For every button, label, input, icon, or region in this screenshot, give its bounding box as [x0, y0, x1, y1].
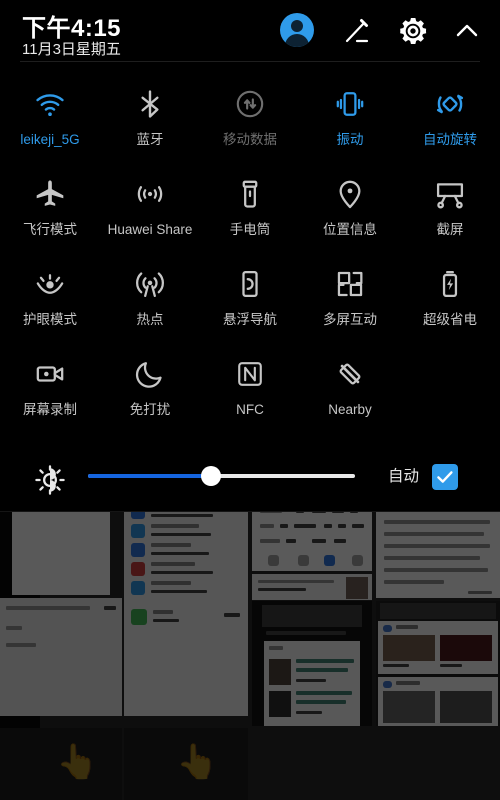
- nfc-icon: [230, 354, 270, 394]
- toggle-label: 护眼模式: [23, 312, 77, 327]
- toggle-nfc[interactable]: NFC: [200, 348, 300, 438]
- toggle-label: 屏幕录制: [23, 402, 77, 417]
- eye-comfort-icon: [30, 264, 70, 304]
- avatar-body: [285, 34, 309, 47]
- auto-brightness-checkbox[interactable]: [432, 464, 458, 490]
- toggle-location[interactable]: 位置信息: [300, 168, 400, 258]
- screen-record-icon: [30, 354, 70, 394]
- toggle-label: 蓝牙: [136, 132, 164, 147]
- auto-brightness-label: 自动: [388, 468, 420, 485]
- quick-settings-screen: 👆: [0, 0, 500, 800]
- brightness-icon: [34, 464, 66, 496]
- toggle-battery-saver[interactable]: 超级省电: [400, 258, 500, 348]
- multi-screen-icon: [330, 264, 370, 304]
- clock-date: 11月3日星期五: [22, 41, 121, 58]
- header-divider: [20, 61, 480, 62]
- toggle-label: 免打扰: [129, 402, 171, 417]
- panel-header: 下午4:15 11月3日星期五: [0, 0, 500, 62]
- toggle-hotspot[interactable]: 热点: [100, 258, 200, 348]
- mobile-data-icon: [230, 84, 270, 124]
- toggle-label: 热点: [136, 312, 164, 327]
- toggle-wifi[interactable]: leikeji_5G: [0, 78, 100, 168]
- panel-bottom-divider: [0, 511, 500, 512]
- nearby-off-icon: [330, 354, 370, 394]
- toggle-screen-record[interactable]: 屏幕录制: [0, 348, 100, 438]
- toggle-label: 手电筒: [229, 222, 271, 237]
- toggle-label: Huawei Share: [107, 222, 193, 237]
- toggle-bluetooth[interactable]: 蓝牙: [100, 78, 200, 168]
- floating-nav-icon: [230, 264, 270, 304]
- battery-saver-icon: [430, 264, 470, 304]
- quick-settings-row: 屏幕录制 免打扰 NFC Nearby: [0, 348, 500, 438]
- toggle-label: 超级省电: [423, 312, 477, 327]
- location-pin-icon: [330, 174, 370, 214]
- toggle-huawei-share[interactable]: Huawei Share: [100, 168, 200, 258]
- toggle-multi-screen[interactable]: 多屏互动: [300, 258, 400, 348]
- avatar-head: [291, 20, 303, 32]
- toggle-nearby[interactable]: Nearby: [300, 348, 400, 438]
- toggle-label: 截屏: [436, 222, 464, 237]
- toggle-empty-slot: [400, 348, 500, 438]
- toggle-label: 位置信息: [323, 222, 377, 237]
- toggle-label: 移动数据: [223, 132, 277, 147]
- airplane-icon: [30, 174, 70, 214]
- chevron-up-icon[interactable]: [448, 12, 486, 50]
- toggle-auto-rotate[interactable]: 自动旋转: [400, 78, 500, 168]
- brightness-slider-thumb[interactable]: [200, 466, 221, 486]
- toggle-label: 振动: [336, 132, 364, 147]
- quick-settings-row: leikeji_5G 蓝牙 移动数据 振动 自动旋转: [0, 78, 500, 168]
- toggle-eye-comfort[interactable]: 护眼模式: [0, 258, 100, 348]
- quick-settings-row: 护眼模式 热点 悬浮导航 多屏互动 超级省电: [0, 258, 500, 348]
- avatar-circle: [280, 13, 314, 47]
- quick-settings-panel: 下午4:15 11月3日星期五 leikeji_5G 蓝牙 移动数据 振动 自动…: [0, 0, 500, 512]
- screenshot-icon: [430, 174, 470, 214]
- brightness-slider-fill: [88, 474, 211, 478]
- toggle-floating-nav[interactable]: 悬浮导航: [200, 258, 300, 348]
- toggle-label: Nearby: [328, 402, 372, 417]
- hotspot-icon: [130, 264, 170, 304]
- toggle-label: 悬浮导航: [223, 312, 277, 327]
- do-not-disturb-icon: [130, 354, 170, 394]
- brightness-slider[interactable]: [88, 466, 355, 486]
- flashlight-icon: [230, 174, 270, 214]
- edit-icon[interactable]: [338, 12, 376, 50]
- toggle-mobile-data[interactable]: 移动数据: [200, 78, 300, 168]
- auto-rotate-icon: [430, 84, 470, 124]
- toggle-screenshot[interactable]: 截屏: [400, 168, 500, 258]
- quick-settings-row: 飞行模式 Huawei Share 手电筒 位置信息 截屏: [0, 168, 500, 258]
- toggle-label: leikeji_5G: [20, 132, 80, 147]
- quick-settings-grid: leikeji_5G 蓝牙 移动数据 振动 自动旋转 飞行模式 Huawei S…: [0, 78, 500, 438]
- toggle-flashlight[interactable]: 手电筒: [200, 168, 300, 258]
- huawei-share-icon: [130, 174, 170, 214]
- empty-icon: [430, 354, 470, 394]
- toggle-do-not-disturb[interactable]: 免打扰: [100, 348, 200, 438]
- user-avatar[interactable]: [278, 12, 316, 50]
- toggle-label: 飞行模式: [23, 222, 77, 237]
- toggle-label: NFC: [236, 402, 264, 417]
- toggle-airplane-mode[interactable]: 飞行模式: [0, 168, 100, 258]
- toggle-vibrate[interactable]: 振动: [300, 78, 400, 168]
- bluetooth-icon: [130, 84, 170, 124]
- toggle-label: 自动旋转: [423, 132, 477, 147]
- wifi-icon: [30, 84, 70, 124]
- brightness-row: [0, 452, 500, 508]
- vibrate-icon: [330, 84, 370, 124]
- settings-gear-icon[interactable]: [394, 12, 432, 50]
- toggle-label: 多屏互动: [323, 312, 377, 327]
